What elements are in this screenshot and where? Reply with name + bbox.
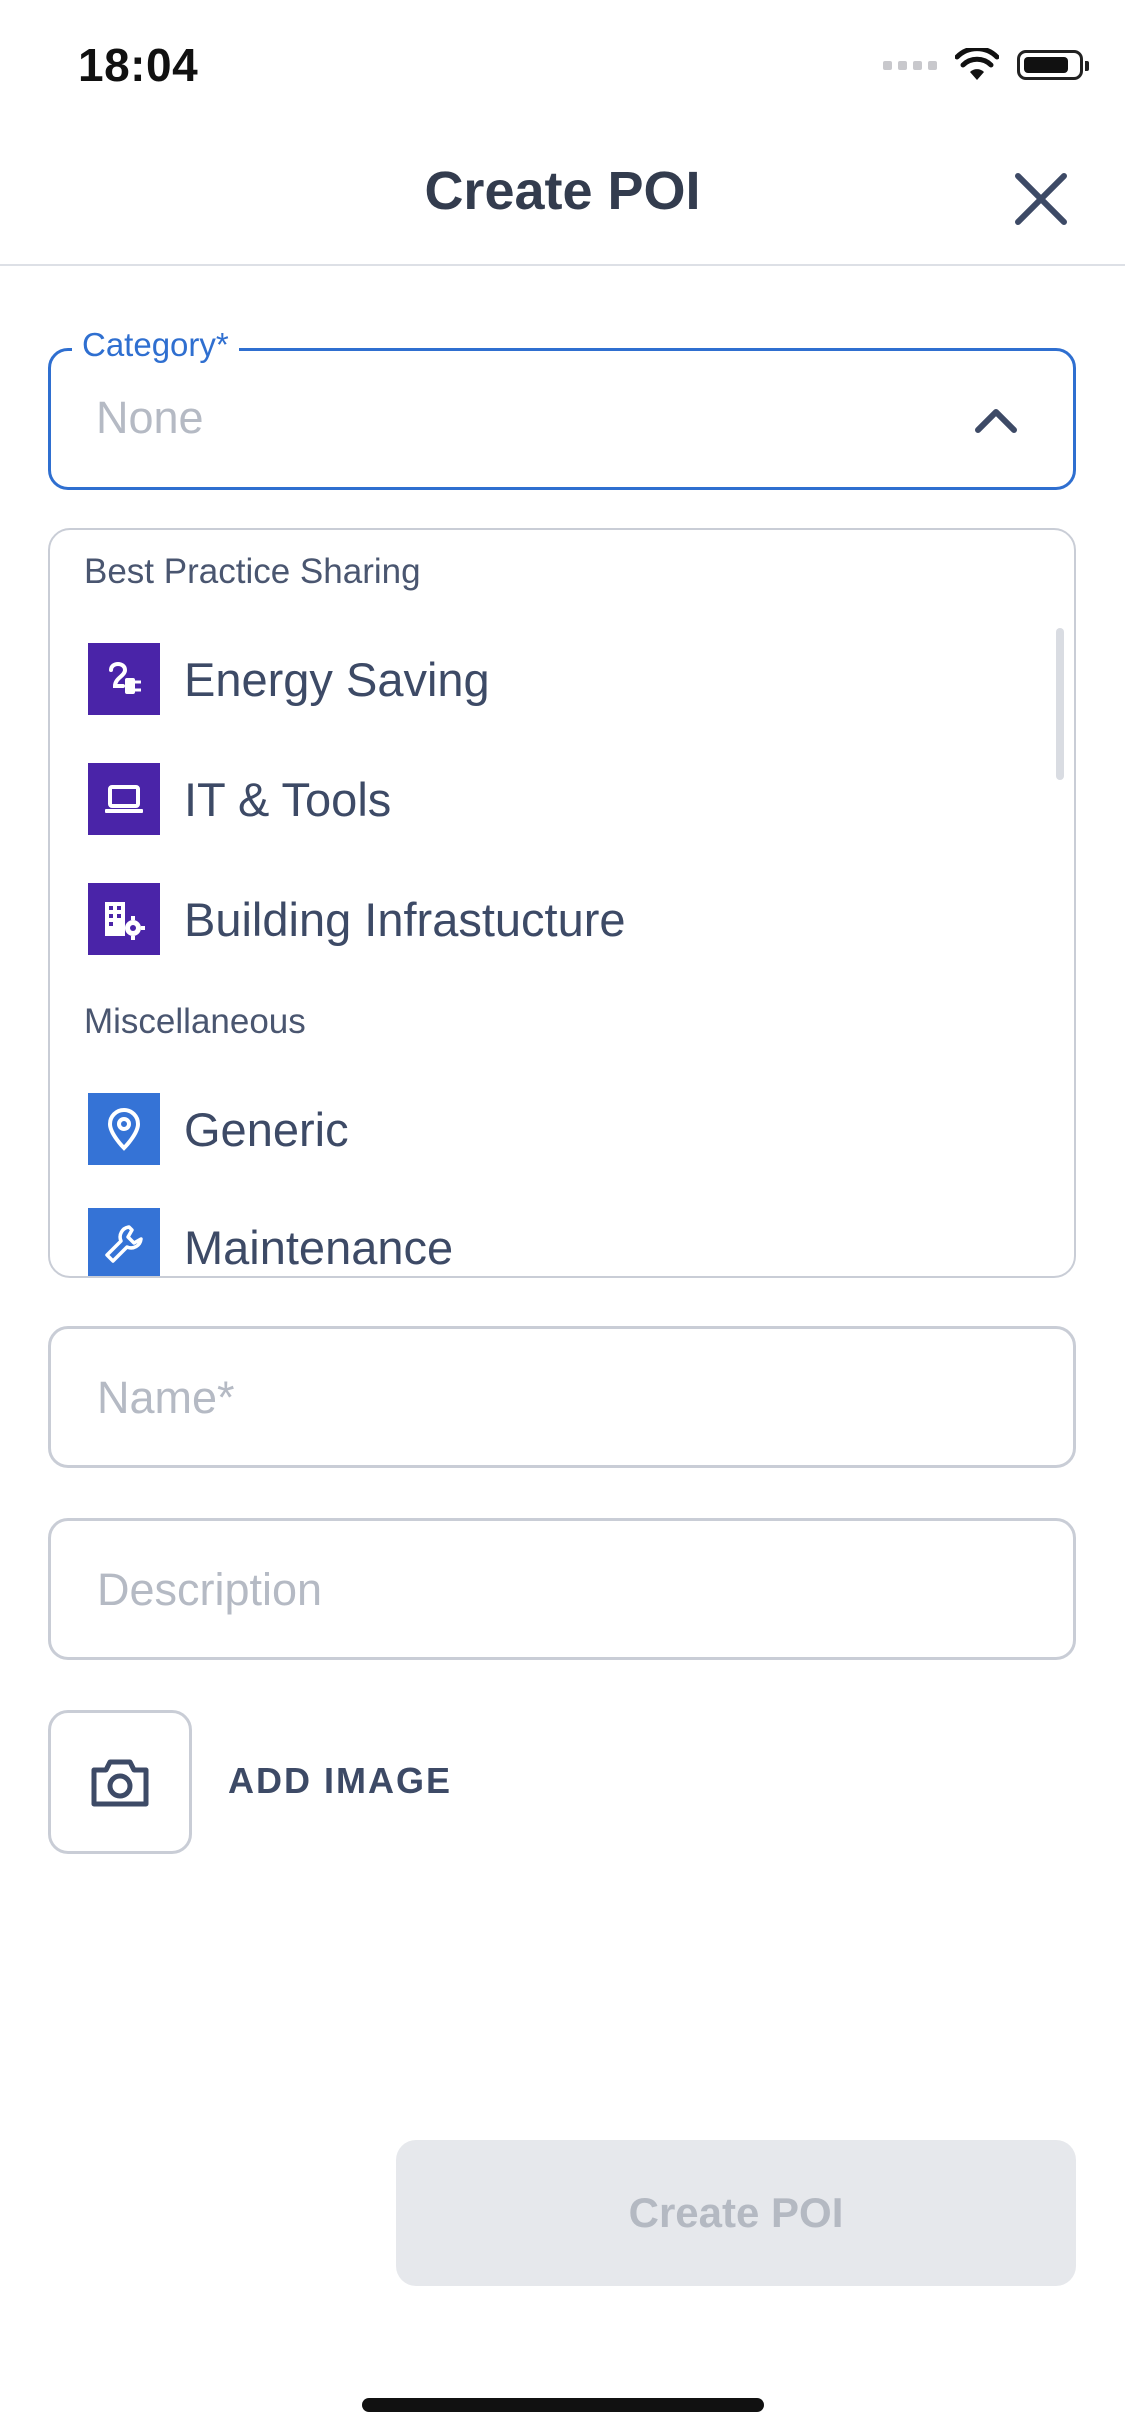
description-input[interactable] — [95, 1521, 999, 1659]
category-value: None — [96, 392, 204, 443]
option-energy-saving[interactable]: Energy Saving — [84, 624, 490, 734]
chevron-up-icon[interactable] — [970, 400, 1022, 440]
create-poi-button[interactable]: Create POI — [396, 2140, 1076, 2286]
option-label: Generic — [184, 1102, 349, 1156]
battery-icon — [1017, 50, 1089, 80]
cellular-signal-icon — [883, 60, 937, 70]
option-label: IT & Tools — [184, 772, 392, 826]
group-label-best-practice: Best Practice Sharing — [84, 552, 421, 591]
header-divider — [0, 264, 1125, 266]
name-input[interactable] — [95, 1329, 999, 1467]
name-field[interactable] — [48, 1326, 1076, 1468]
group-label-miscellaneous: Miscellaneous — [84, 1002, 306, 1041]
option-generic[interactable]: Generic — [84, 1074, 349, 1184]
option-label: Energy Saving — [184, 652, 490, 706]
status-time: 18:04 — [78, 39, 199, 91]
option-building-infrastucture[interactable]: Building Infrastucture — [84, 864, 626, 974]
add-image-label[interactable]: ADD IMAGE — [228, 1760, 452, 1802]
option-it-tools[interactable]: IT & Tools — [84, 744, 391, 854]
plug-icon — [88, 643, 160, 715]
building-gear-icon — [88, 883, 160, 955]
location-pin-icon — [88, 1093, 160, 1165]
laptop-icon — [88, 763, 160, 835]
wrench-icon — [88, 1208, 160, 1276]
camera-icon — [91, 1759, 149, 1807]
dropdown-scrollbar[interactable] — [1056, 628, 1064, 780]
page-title: Create POI — [424, 161, 701, 221]
home-indicator — [362, 2398, 764, 2412]
option-label: Maintenance — [184, 1221, 454, 1274]
option-label: Building Infrastucture — [184, 892, 626, 946]
option-maintenance[interactable]: Maintenance — [84, 1194, 453, 1276]
description-field[interactable] — [48, 1518, 1076, 1660]
category-label: Category* — [72, 326, 239, 364]
add-image-button[interactable] — [48, 1710, 192, 1854]
status-icons — [883, 48, 1089, 82]
close-icon[interactable] — [1010, 168, 1072, 230]
wifi-icon — [955, 48, 999, 80]
